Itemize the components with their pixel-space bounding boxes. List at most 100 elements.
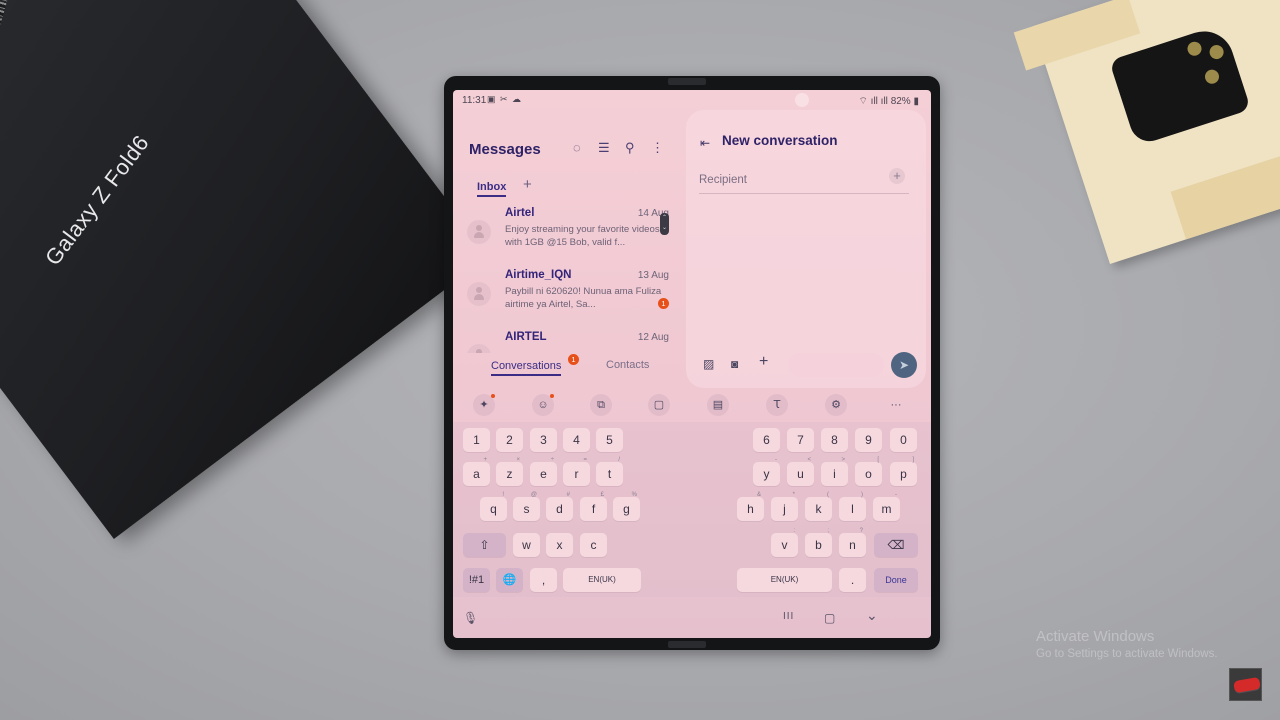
conversation-item[interactable]: AIRTEL 12 Aug <box>453 331 675 353</box>
avatar <box>467 344 491 353</box>
ai-tools-icon[interactable]: ✦ <box>473 394 495 416</box>
done-key[interactable]: Done <box>874 568 918 592</box>
key-r[interactable]: r = <box>563 457 590 486</box>
conversation-sender: Airtel <box>505 207 535 219</box>
more-icon[interactable]: ··· <box>885 394 907 416</box>
filter-icon[interactable]: ☰ <box>598 140 610 156</box>
key-q[interactable]: q! <box>480 492 507 521</box>
key-m[interactable]: m- <box>873 492 900 521</box>
handwriting-icon[interactable]: Ꚍ <box>766 394 788 416</box>
symbols-key[interactable]: !#1 <box>463 568 490 592</box>
key-k[interactable]: k( <box>805 492 832 521</box>
key-label: i <box>833 467 836 481</box>
key-label: h <box>747 502 754 516</box>
key-5[interactable]: 5 <box>596 428 623 452</box>
key-9[interactable]: 9 <box>855 428 882 452</box>
language-key[interactable]: 🌐 <box>496 568 523 592</box>
clipboard-icon[interactable]: ▢ <box>648 394 670 416</box>
unread-badge: 1 <box>658 298 669 309</box>
back-icon[interactable]: ⇤ <box>700 136 710 150</box>
recipient-input[interactable]: Recipient + <box>699 168 909 194</box>
conversation-sender: AIRTEL <box>505 331 547 343</box>
hide-keyboard-button[interactable]: ⌄ <box>866 607 878 624</box>
key-hint: : <box>793 528 795 534</box>
add-recipient-button[interactable]: + <box>889 168 905 184</box>
fast-scroll-handle[interactable]: ⌃ ⌄ <box>660 213 669 235</box>
key-i[interactable]: i > <box>821 457 848 486</box>
key-3[interactable]: 3 <box>530 428 557 452</box>
microphone-icon[interactable]: 🎙 <box>463 611 478 625</box>
key-hint: - <box>895 492 897 498</box>
key-hint: = <box>583 457 587 463</box>
key-y[interactable]: y- <box>753 457 780 486</box>
key-hint: & <box>756 492 761 498</box>
key-2[interactable]: 2 <box>496 428 523 452</box>
key-b[interactable]: b; <box>805 528 832 557</box>
key-w[interactable]: w <box>513 533 540 557</box>
tab-inbox[interactable]: Inbox <box>477 181 507 197</box>
key-n[interactable]: n? <box>839 528 866 557</box>
add-tab-button[interactable]: + <box>523 176 532 193</box>
translate-icon[interactable]: ⧉ <box>590 394 612 416</box>
key-p[interactable]: p] <box>890 457 917 486</box>
key-a[interactable]: a + <box>463 457 490 486</box>
camera-icon[interactable]: ◙ <box>731 357 738 371</box>
key-label: u <box>797 467 804 481</box>
key-o[interactable]: o[ <box>855 457 882 486</box>
key-label: n <box>849 538 856 552</box>
conversation-sender: Airtime_IQN <box>505 269 572 281</box>
key-4[interactable]: 4 <box>563 428 590 452</box>
key-f[interactable]: f £ <box>580 492 607 521</box>
space-key-left[interactable]: EN(UK) <box>563 568 641 592</box>
key-l[interactable]: l) <box>839 492 866 521</box>
key-8[interactable]: 8 <box>821 428 848 452</box>
key-h[interactable]: h & <box>737 492 764 521</box>
key-hint: + <box>483 457 487 463</box>
search-icon[interactable]: ⚲ <box>625 140 635 156</box>
key-hint: £ <box>600 492 604 498</box>
tab-conversations[interactable]: Conversations <box>491 360 562 376</box>
message-input[interactable] <box>788 353 884 377</box>
settings-icon[interactable]: ⚙ <box>825 394 847 416</box>
more-options-icon[interactable]: ⋮ <box>651 140 664 156</box>
gallery-icon[interactable]: ▨ <box>703 357 714 371</box>
key-d[interactable]: d # <box>546 492 573 521</box>
key-e[interactable]: e ÷ <box>530 457 557 486</box>
key-s[interactable]: s @ <box>513 492 540 521</box>
emoji-icon[interactable]: ☺ <box>532 394 554 416</box>
new-chat-icon[interactable]: ◌ <box>573 140 581 155</box>
period-key[interactable]: . <box>839 568 866 592</box>
key-0[interactable]: 0 <box>890 428 917 452</box>
plus-icon[interactable]: + <box>759 353 768 371</box>
home-button[interactable]: ▢ <box>824 611 835 625</box>
key-u[interactable]: u < <box>787 457 814 486</box>
key-z[interactable]: z × <box>496 457 523 486</box>
signal-battery-indicator: ⌔ ıll ıll 82% ▮ <box>859 95 920 108</box>
send-button[interactable]: ➤ <box>891 352 917 378</box>
recents-button[interactable]: III <box>783 611 794 622</box>
key-v[interactable]: v: <box>771 528 798 557</box>
key-t[interactable]: t / <box>596 457 623 486</box>
space-key-right[interactable]: EN(UK) <box>737 568 832 592</box>
screen-mode-icon[interactable]: ▤ <box>707 394 729 416</box>
signal-icon: ⌔ ıll ıll <box>858 96 888 107</box>
tab-contacts[interactable]: Contacts <box>606 359 649 371</box>
front-camera <box>795 93 809 107</box>
battery-level: 82% <box>890 96 911 107</box>
key-label: t <box>607 467 612 481</box>
key-c[interactable]: c <box>580 533 607 557</box>
conversation-preview: Paybill ni 620620! Nunua ama Fuliza airt… <box>505 286 662 310</box>
compose-bar: ▨ ◙ + ➤ <box>686 348 926 384</box>
key-x[interactable]: x <box>546 533 573 557</box>
keyboard-toolbar: ✦ ☺ ⧉ ▢ ▤ Ꚍ ⚙ ··· <box>453 388 931 422</box>
conversation-item[interactable]: Airtel 14 Aug Enjoy streaming your favor… <box>453 207 675 263</box>
key-7[interactable]: 7 <box>787 428 814 452</box>
key-j[interactable]: j * <box>771 492 798 521</box>
key-6[interactable]: 6 <box>753 428 780 452</box>
comma-key[interactable]: , <box>530 568 557 592</box>
conversation-item[interactable]: Airtime_IQN 13 Aug Paybill ni 620620! Nu… <box>453 269 675 325</box>
backspace-key[interactable]: ⌫ <box>874 533 918 557</box>
key-g[interactable]: g% <box>613 492 640 521</box>
shift-key[interactable]: ⇧ <box>463 533 506 557</box>
key-1[interactable]: 1 <box>463 428 490 452</box>
